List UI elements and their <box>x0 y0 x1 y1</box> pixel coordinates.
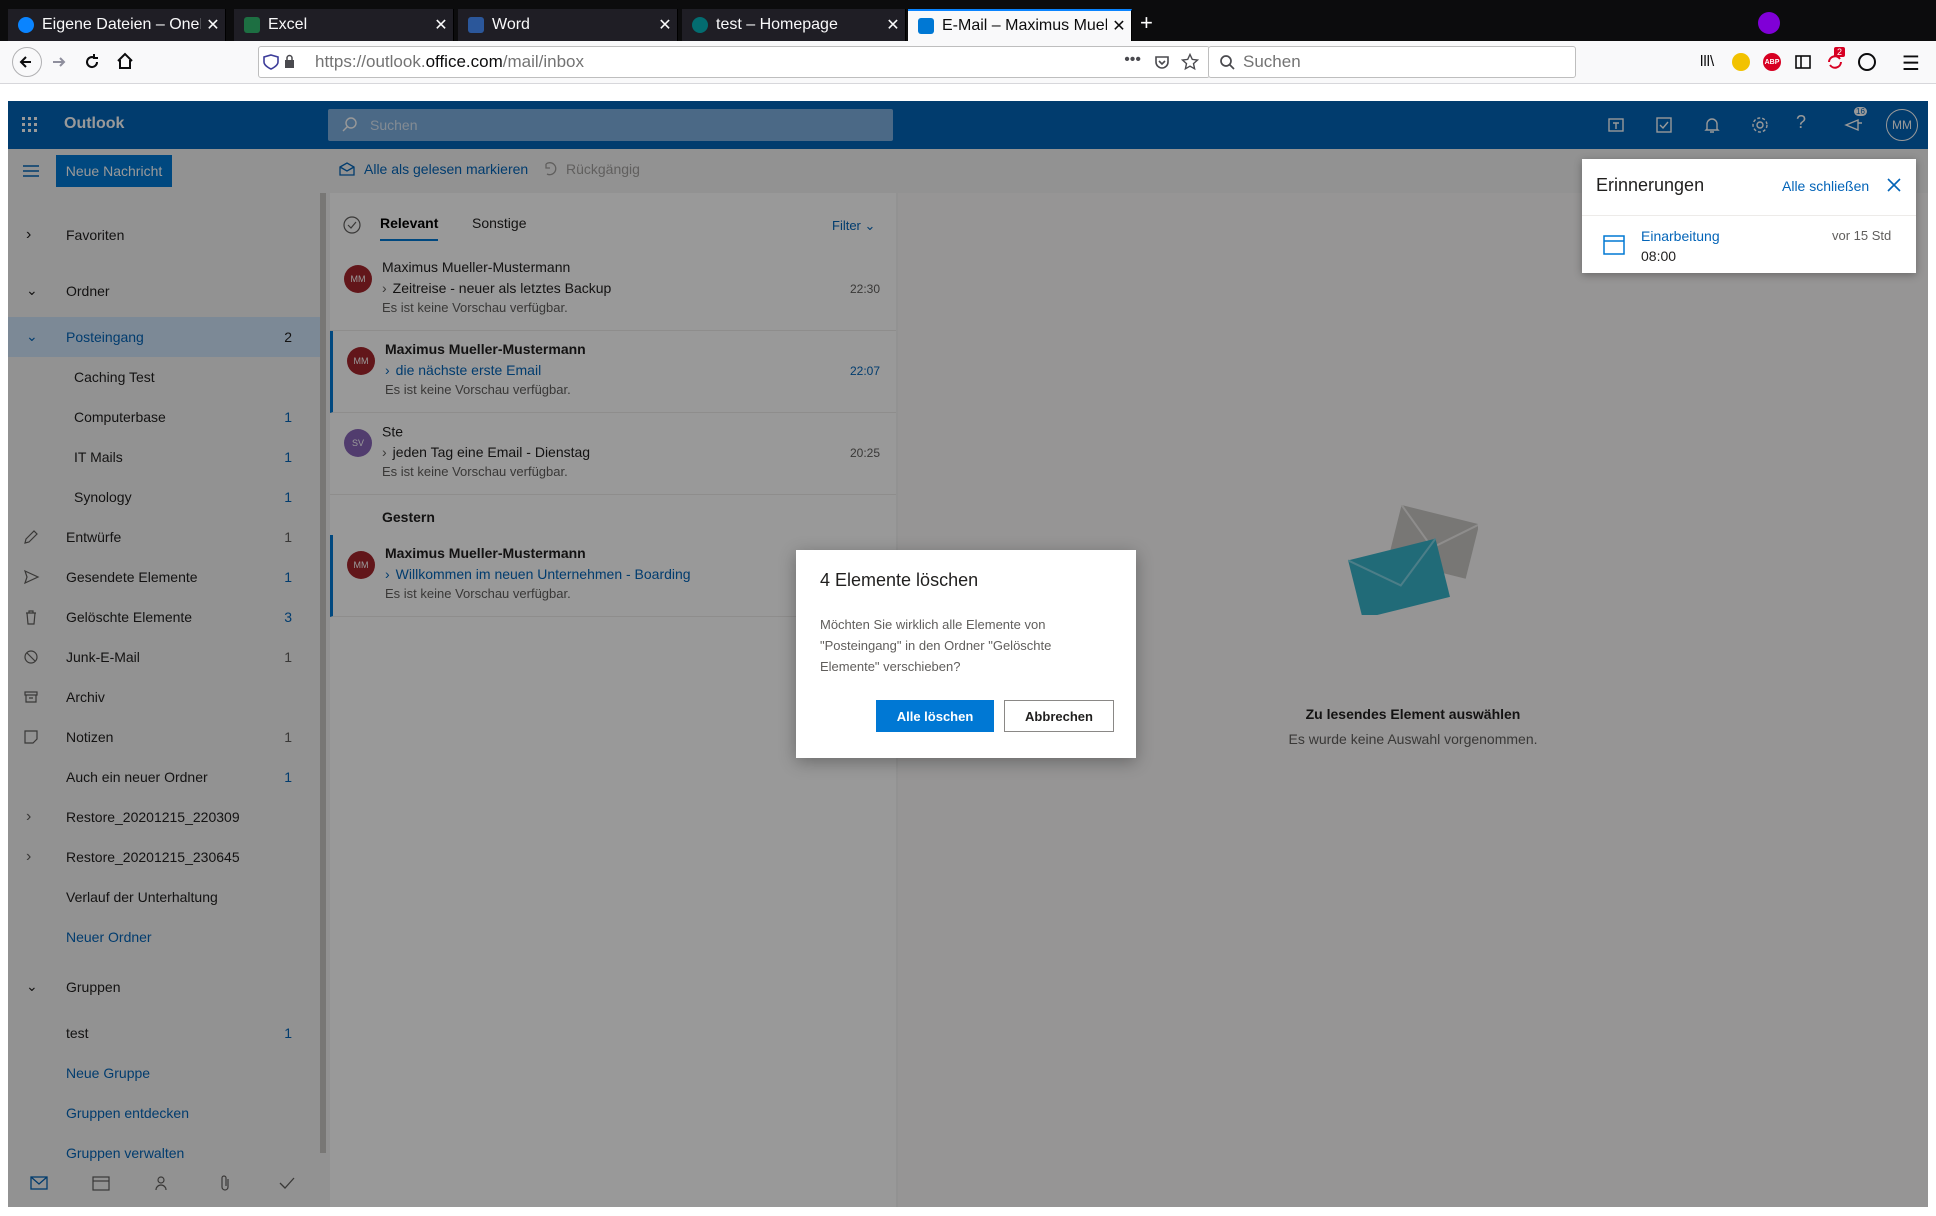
dialog-title: 4 Elemente löschen <box>820 570 979 590</box>
new-tab-button[interactable]: + <box>1140 10 1153 36</box>
close-icon[interactable]: ✕ <box>429 15 453 35</box>
reminder-item[interactable]: Einarbeitung 08:00 vor 15 Std <box>1582 216 1916 273</box>
extension-icon[interactable] <box>1732 53 1750 71</box>
shield-icon <box>263 54 294 70</box>
url-path: /mail/inbox <box>502 52 585 71</box>
reminder-time: 08:00 <box>1641 248 1677 264</box>
url-prefix: https://outlook. <box>315 52 426 71</box>
browser-search-input[interactable]: Suchen <box>1208 46 1576 78</box>
dismiss-all-button[interactable]: Alle schließen <box>1782 178 1869 194</box>
sharepoint-icon <box>692 17 708 33</box>
pocket-icon[interactable] <box>1153 53 1171 71</box>
reminders-panel: Erinnerungen Alle schließen Einarbeitung… <box>1582 159 1916 273</box>
tab-excel[interactable]: Excel ✕ <box>234 9 454 41</box>
excel-icon <box>244 17 260 33</box>
search-placeholder: Suchen <box>1243 52 1301 71</box>
delete-all-dialog: 4 Elemente löschen Möchten Sie wirklich … <box>796 550 1136 758</box>
reload-icon[interactable] <box>83 53 101 71</box>
page-actions-icon[interactable]: ••• <box>1124 51 1141 69</box>
home-icon[interactable] <box>116 52 134 70</box>
close-icon[interactable]: ✕ <box>653 15 677 35</box>
tab-label: Word <box>492 16 530 33</box>
onedrive-icon <box>18 17 34 33</box>
cancel-button[interactable]: Abbrechen <box>1004 700 1114 732</box>
menu-icon[interactable]: ☰ <box>1902 51 1920 76</box>
outlook-icon <box>918 18 934 34</box>
url-domain: office.com <box>425 52 503 71</box>
close-icon[interactable] <box>1886 177 1902 193</box>
sync-badge: 2 <box>1834 47 1846 57</box>
word-icon <box>468 17 484 33</box>
close-icon[interactable]: ✕ <box>1107 16 1131 36</box>
account-icon[interactable] <box>1858 53 1876 71</box>
tab-label: test – Homepage <box>716 16 838 33</box>
arrow-right-icon[interactable] <box>50 53 68 71</box>
arrow-left-icon <box>19 56 31 68</box>
delete-all-button[interactable]: Alle löschen <box>876 700 994 732</box>
page-bottom <box>0 1207 1936 1216</box>
tab-label: Excel <box>268 16 308 33</box>
star-icon[interactable] <box>1181 53 1199 71</box>
back-button[interactable] <box>12 47 42 77</box>
tab-label: Eigene Dateien – OneDri <box>42 16 201 33</box>
reminder-due: vor 15 Std <box>1832 228 1892 243</box>
browser-tab-bar: Eigene Dateien – OneDri ✕ Excel ✕ Word ✕… <box>0 0 1936 41</box>
outlook-app: Outlook Suchen ? 16 MM Neue Nachricht Al… <box>8 101 1928 1207</box>
sync-icon[interactable]: 2 <box>1826 47 1846 71</box>
reminders-title: Erinnerungen <box>1596 175 1705 195</box>
library-icon[interactable]: lll\ <box>1700 53 1714 70</box>
close-icon[interactable]: ✕ <box>201 15 225 35</box>
browser-nav-bar: https://outlook. office.com/mail/inbox ••… <box>0 41 1936 84</box>
url-bar[interactable]: https://outlook. office.com/mail/inbox ••… <box>258 46 1210 78</box>
adblock-icon[interactable]: ABP <box>1763 53 1781 71</box>
dialog-body: Möchten Sie wirklich alle Elemente von "… <box>820 617 1052 674</box>
reminder-title: Einarbeitung <box>1641 228 1720 244</box>
private-browsing-icon <box>1758 12 1780 34</box>
tab-label: E-Mail – Maximus Muelle <box>942 17 1107 34</box>
close-icon[interactable]: ✕ <box>881 15 905 35</box>
tab-sharepoint[interactable]: test – Homepage ✕ <box>682 9 906 41</box>
tab-word[interactable]: Word ✕ <box>458 9 678 41</box>
tab-outlook[interactable]: E-Mail – Maximus Muelle ✕ <box>908 9 1132 41</box>
tab-onedrive[interactable]: Eigene Dateien – OneDri ✕ <box>8 9 226 41</box>
calendar-icon <box>1603 235 1625 255</box>
search-icon <box>1220 55 1235 70</box>
sidebar-icon[interactable] <box>1794 53 1812 71</box>
